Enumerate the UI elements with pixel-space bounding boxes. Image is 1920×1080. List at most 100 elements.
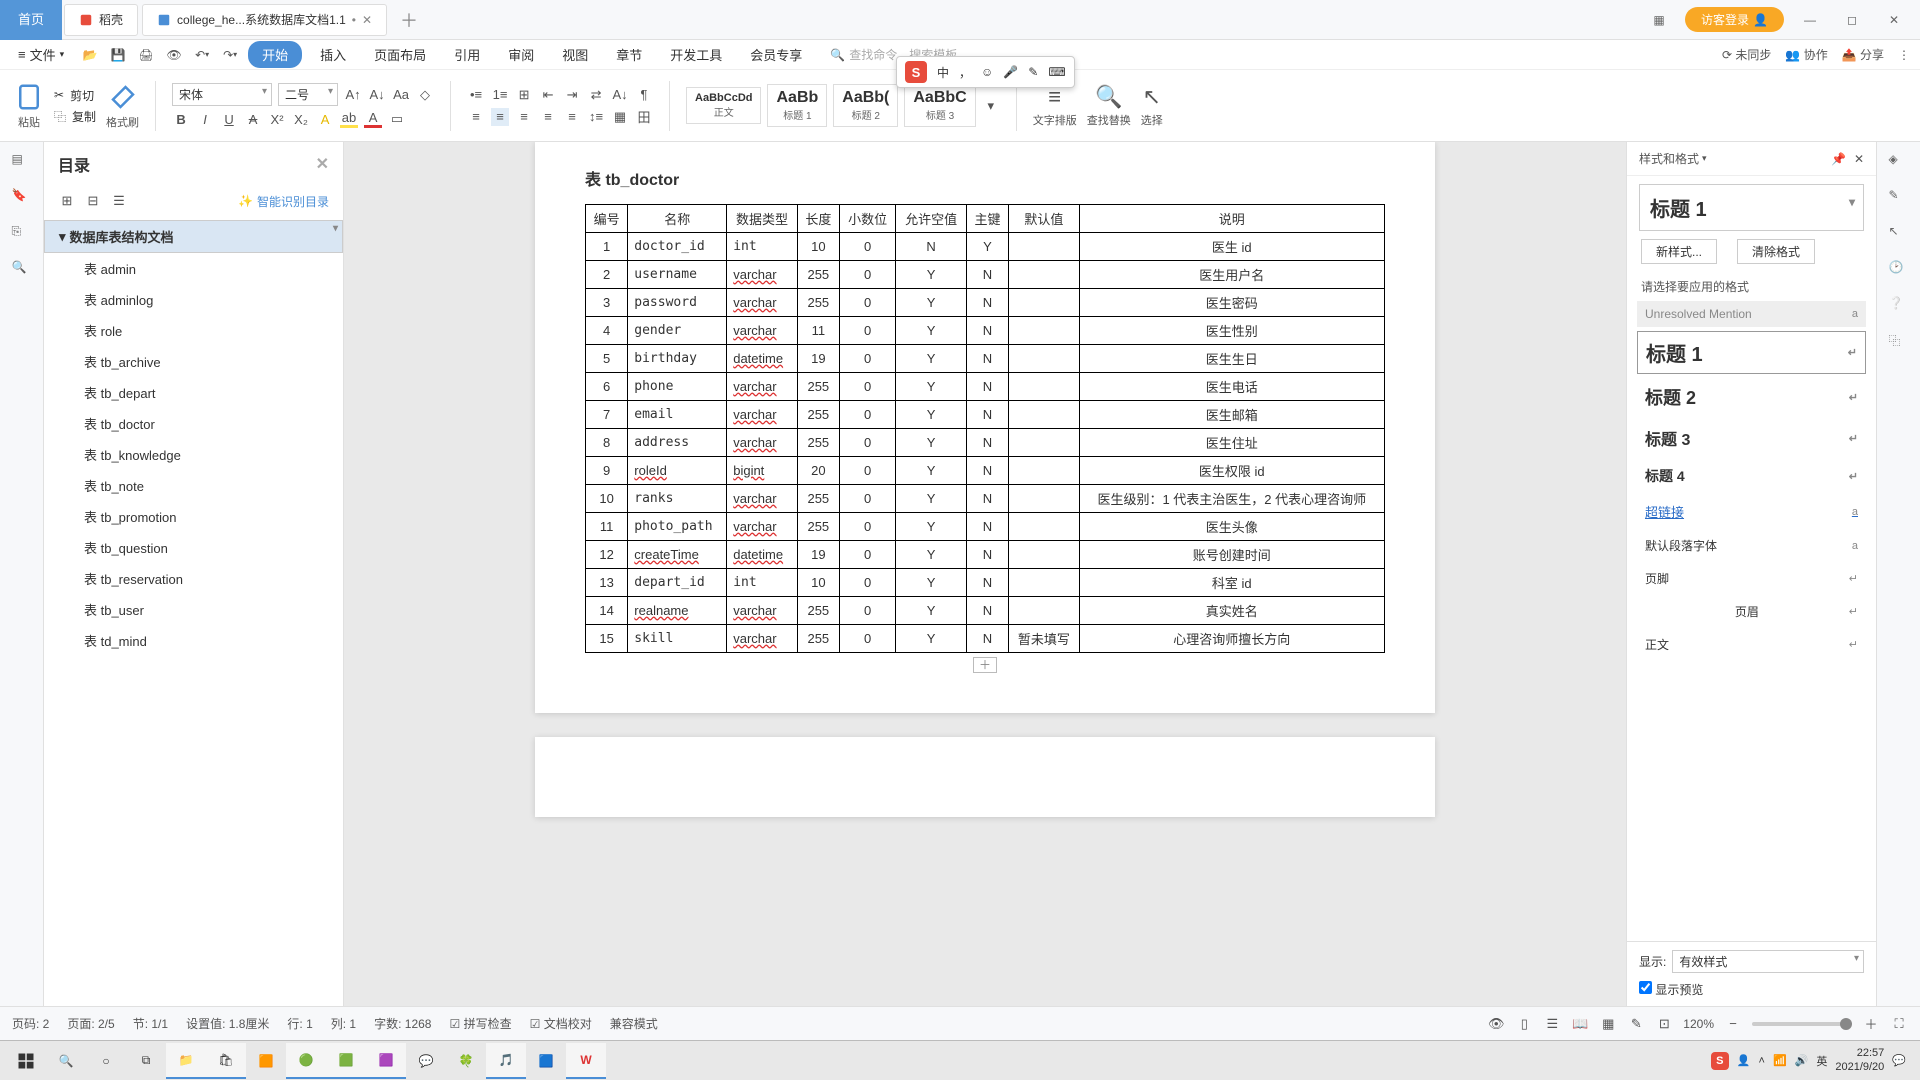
tab-icon[interactable]: ⇄ xyxy=(587,86,605,104)
table-cell[interactable]: 医生性别 xyxy=(1079,317,1384,345)
style-item[interactable]: Unresolved Mentiona xyxy=(1637,301,1866,327)
web-view-icon[interactable]: ▦ xyxy=(1599,1015,1617,1033)
table-cell[interactable]: 1 xyxy=(586,233,628,261)
search-rail-icon[interactable]: 🔍 xyxy=(12,260,32,280)
numbering-icon[interactable]: 1≡ xyxy=(491,86,509,104)
page-view-icon[interactable]: ▯ xyxy=(1515,1015,1533,1033)
table-cell[interactable] xyxy=(1009,569,1079,597)
table-cell[interactable]: 19 xyxy=(797,541,839,569)
table-cell[interactable] xyxy=(1009,401,1079,429)
superscript-icon[interactable]: X² xyxy=(268,110,286,128)
table-cell[interactable]: 8 xyxy=(586,429,628,457)
table-cell[interactable]: 0 xyxy=(839,569,895,597)
table-cell[interactable]: N xyxy=(966,317,1008,345)
chrome-icon[interactable]: 🟢 xyxy=(286,1043,326,1079)
table-cell[interactable]: Y xyxy=(896,569,966,597)
table-cell[interactable]: N xyxy=(966,569,1008,597)
table-cell[interactable]: 10 xyxy=(797,569,839,597)
border-icon[interactable]: ▭ xyxy=(388,110,406,128)
more-icon[interactable]: ⋮ xyxy=(1898,48,1910,62)
table-cell[interactable]: address xyxy=(628,429,727,457)
draw-icon[interactable]: ✎ xyxy=(1627,1015,1645,1033)
table-cell[interactable]: Y xyxy=(896,541,966,569)
wechat-icon[interactable]: 💬 xyxy=(406,1043,446,1079)
table-cell[interactable]: Y xyxy=(966,233,1008,261)
clover-icon[interactable]: 🍀 xyxy=(446,1043,486,1079)
shrink-font-icon[interactable]: A↓ xyxy=(368,86,386,104)
table-cell[interactable]: 0 xyxy=(839,541,895,569)
explorer-icon[interactable]: 📁 xyxy=(166,1043,206,1079)
add-tab-button[interactable]: ＋ xyxy=(395,6,423,34)
clock-icon[interactable]: 🕑 xyxy=(1889,260,1909,280)
change-case-icon[interactable]: Aa xyxy=(392,86,410,104)
style-item[interactable]: 标题 4↵ xyxy=(1637,460,1866,492)
table-cell[interactable]: 2 xyxy=(586,261,628,289)
table-cell[interactable]: 医生邮箱 xyxy=(1079,401,1384,429)
table-cell[interactable] xyxy=(1009,373,1079,401)
menu-section[interactable]: 章节 xyxy=(606,41,652,68)
font-color-icon[interactable]: A xyxy=(364,110,382,128)
table-cell[interactable]: N xyxy=(966,457,1008,485)
table-cell[interactable]: 10 xyxy=(797,233,839,261)
status-section[interactable]: 节: 1/1 xyxy=(133,1015,168,1032)
status-compat[interactable]: 兼容模式 xyxy=(610,1015,658,1032)
collapse-all-icon[interactable]: ⊟ xyxy=(84,192,102,210)
table-cell[interactable]: 11 xyxy=(586,513,628,541)
style-h3[interactable]: AaBbC标题 3 xyxy=(904,84,975,127)
document-tab[interactable]: college_he...系统数据库文档1.1 • ✕ xyxy=(142,4,387,36)
status-page[interactable]: 页码: 2 xyxy=(12,1015,49,1032)
ime-lang-tray[interactable]: 英 xyxy=(1816,1053,1827,1069)
table-cell[interactable]: varchar xyxy=(727,261,797,289)
help-icon[interactable]: ❔ xyxy=(1889,296,1909,316)
cut-button[interactable]: ✂剪切 xyxy=(54,87,96,104)
table-cell[interactable]: 医生住址 xyxy=(1079,429,1384,457)
font-select[interactable]: 宋体 xyxy=(172,83,272,106)
nav-item[interactable]: 表 tb_user xyxy=(44,594,343,625)
wifi-icon[interactable]: 📶 xyxy=(1773,1054,1787,1067)
new-style-button[interactable]: 新样式... xyxy=(1641,239,1717,264)
nav-item[interactable]: 表 tb_doctor xyxy=(44,408,343,439)
outline-view-icon[interactable]: ☰ xyxy=(1543,1015,1561,1033)
keyboard-icon[interactable]: ⌨ xyxy=(1048,65,1065,79)
table-cell[interactable]: N xyxy=(966,597,1008,625)
notification-icon[interactable]: 💬 xyxy=(1892,1054,1906,1067)
table-cell[interactable] xyxy=(1009,597,1079,625)
voice-input-icon[interactable]: 🎤 xyxy=(1003,65,1018,79)
size-select[interactable]: 二号 xyxy=(278,83,338,106)
sort-icon[interactable]: A↓ xyxy=(611,86,629,104)
table-cell[interactable]: N xyxy=(966,373,1008,401)
preview-icon[interactable]: 👁 xyxy=(164,45,184,65)
cortana-icon[interactable]: ○ xyxy=(86,1043,126,1079)
text-layout-button[interactable]: ≡文字排版 xyxy=(1033,84,1077,128)
style-normal[interactable]: AaBbCcDd正文 xyxy=(686,87,761,124)
people-icon[interactable]: 👤 xyxy=(1737,1054,1751,1067)
table-cell[interactable]: doctor_id xyxy=(628,233,727,261)
table-cell[interactable]: 0 xyxy=(839,233,895,261)
style-h2[interactable]: AaBb(标题 2 xyxy=(833,84,898,127)
unsync-indicator[interactable]: ⟳ 未同步 xyxy=(1722,46,1771,63)
file-menu[interactable]: ≡文件▾ xyxy=(10,41,72,68)
table-cell[interactable]: Y xyxy=(896,485,966,513)
ime-punct[interactable]: ， xyxy=(959,64,971,81)
table-cell[interactable]: 0 xyxy=(839,429,895,457)
nav-item[interactable]: 表 adminlog xyxy=(44,284,343,315)
table-cell[interactable]: 255 xyxy=(797,289,839,317)
pencil-icon[interactable]: ✎ xyxy=(1889,188,1909,208)
nav-item[interactable]: 表 tb_knowledge xyxy=(44,439,343,470)
clear-format-button[interactable]: 清除格式 xyxy=(1737,239,1815,264)
menu-view[interactable]: 视图 xyxy=(552,41,598,68)
table-cell[interactable] xyxy=(1009,261,1079,289)
underline-icon[interactable]: U xyxy=(220,110,238,128)
table-cell[interactable]: 19 xyxy=(797,345,839,373)
table-cell[interactable] xyxy=(1009,429,1079,457)
table-cell[interactable] xyxy=(1009,485,1079,513)
paste-group[interactable]: 粘贴 xyxy=(14,82,44,130)
table-cell[interactable]: varchar xyxy=(727,625,797,653)
align-left-icon[interactable]: ≡ xyxy=(467,108,485,126)
multilevel-icon[interactable]: ⊞ xyxy=(515,86,533,104)
menu-references[interactable]: 引用 xyxy=(444,41,490,68)
table-cell[interactable]: Y xyxy=(896,345,966,373)
align-justify-icon[interactable]: ≡ xyxy=(539,108,557,126)
select-button[interactable]: ↖选择 xyxy=(1141,84,1163,128)
eye-icon[interactable]: 👁 xyxy=(1487,1015,1505,1033)
